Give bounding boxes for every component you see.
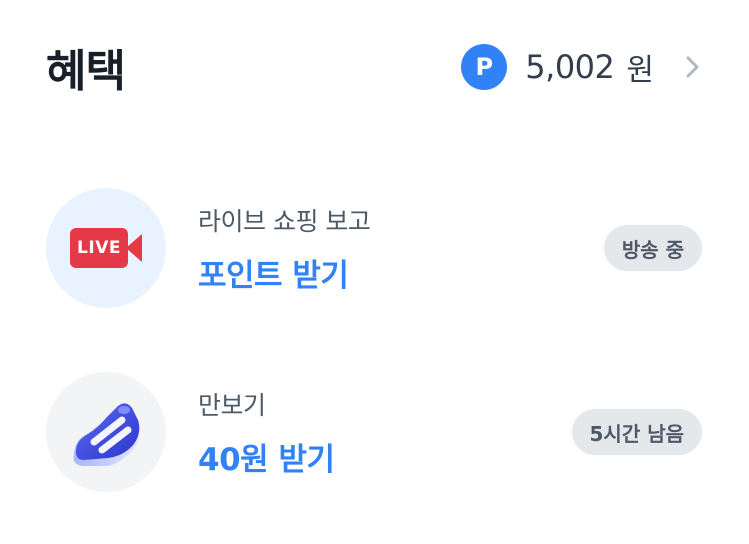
list-item-text: 만보기 40원 받기 [198, 386, 572, 479]
pedometer-thumbnail [46, 372, 166, 492]
chevron-right-icon [684, 54, 702, 80]
list-item-text: 라이브 쇼핑 보고 포인트 받기 [198, 202, 604, 295]
status-badge: 방송 중 [603, 225, 702, 271]
live-camera-icon: LIVE [70, 228, 142, 268]
list-item-subtitle: 만보기 [198, 390, 266, 420]
list-item-subtitle: 라이브 쇼핑 보고 [198, 206, 371, 236]
list-item-live-shopping[interactable]: LIVE 라이브 쇼핑 보고 포인트 받기 방송 중 [46, 188, 702, 308]
header: 혜택 P 5,002 원 [46, 36, 702, 98]
live-label: LIVE [70, 228, 128, 268]
live-thumbnail: LIVE [46, 188, 166, 308]
sneaker-icon [73, 403, 140, 466]
list-item-title: 40원 받기 [198, 441, 335, 478]
points-icon: P [461, 44, 508, 90]
page-title: 혜택 [46, 46, 126, 97]
list-item-title: 포인트 받기 [198, 257, 349, 294]
benefits-screen: 혜택 P 5,002 원 LIVE 라이브 쇼핑 보고 포인트 받기 방송 중 [0, 0, 749, 544]
points-summary-button[interactable]: P 5,002 원 [461, 44, 702, 90]
time-remaining-badge: 5시간 남음 [571, 409, 702, 455]
points-amount: 5,002 [525, 48, 615, 86]
points-unit: 원 [626, 53, 654, 88]
list-item-pedometer[interactable]: 만보기 40원 받기 5시간 남음 [46, 372, 702, 492]
